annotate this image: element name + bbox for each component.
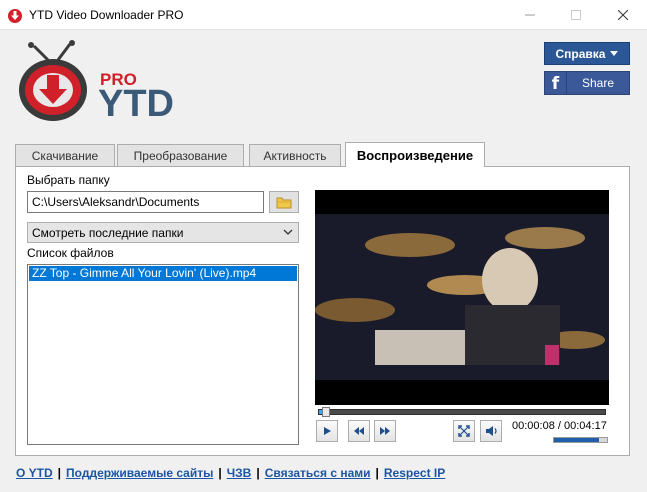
footer-link-contact[interactable]: Связаться с нами — [265, 466, 371, 480]
separator: | — [57, 466, 62, 480]
caret-down-icon — [610, 51, 619, 56]
window-title: YTD Video Downloader PRO — [29, 8, 184, 22]
folder-icon — [276, 197, 292, 208]
folder-label: Выбрать папку — [27, 173, 110, 187]
video-thumbnail — [315, 190, 609, 405]
list-item[interactable]: ZZ Top - Gimme All Your Lovin' (Live).mp… — [29, 266, 297, 281]
play-icon — [324, 427, 331, 435]
rewind-icon — [354, 427, 364, 435]
footer-link-about[interactable]: О YTD — [16, 466, 53, 480]
separator: | — [256, 466, 260, 480]
tab-playback[interactable]: Воспроизведение — [345, 142, 485, 167]
volume-level — [554, 438, 600, 442]
files-label: Список файлов — [27, 246, 114, 260]
footer-link-supported-sites[interactable]: Поддерживаемые сайты — [66, 466, 213, 480]
seek-thumb[interactable] — [322, 407, 330, 417]
app-icon — [8, 9, 22, 23]
play-button[interactable] — [316, 420, 338, 442]
rewind-button[interactable] — [348, 420, 370, 442]
footer-link-faq[interactable]: ЧЗВ — [227, 466, 252, 480]
separator: | — [375, 466, 379, 480]
volume-button[interactable] — [480, 420, 502, 442]
chevron-down-icon — [283, 229, 293, 235]
help-button[interactable]: Справка — [544, 42, 630, 65]
recent-folders-value: Смотреть последние папки — [32, 226, 184, 240]
footer-link-respect-ip[interactable]: Respect IP — [384, 466, 445, 480]
volume-icon — [485, 426, 497, 436]
total-time: 00:04:17 — [564, 420, 607, 432]
fast-forward-icon — [380, 427, 390, 435]
maximize-icon — [571, 10, 581, 20]
fullscreen-button[interactable] — [453, 420, 475, 442]
share-button-label: Share — [581, 76, 615, 90]
tab-convert[interactable]: Преобразование — [117, 144, 244, 166]
video-frame[interactable] — [315, 190, 609, 405]
minimize-button[interactable] — [507, 0, 553, 30]
logo-wordmark: YTD — [98, 83, 174, 125]
file-list[interactable]: ZZ Top - Gimme All Your Lovin' (Live).mp… — [27, 264, 299, 445]
fast-forward-button[interactable] — [374, 420, 396, 442]
time-readout: 00:00:08 / 00:04:17 — [512, 420, 607, 432]
minimize-icon — [525, 14, 535, 16]
separator: | — [218, 466, 222, 480]
facebook-share-button[interactable]: f Share — [544, 71, 630, 95]
maximize-button[interactable] — [553, 0, 599, 30]
footer-links: О YTD | Поддерживаемые сайты | ЧЗВ | Связаться… — [16, 466, 445, 480]
time-separator: / — [554, 420, 564, 432]
tab-activity[interactable]: Активность — [249, 144, 341, 166]
tab-download[interactable]: Скачивание — [15, 144, 115, 166]
current-time: 00:00:08 — [512, 420, 555, 432]
seek-bar[interactable] — [318, 407, 606, 417]
ytd-logo: PRO YTD — [19, 40, 174, 125]
folder-path-input[interactable]: C:\Users\Aleksandr\Documents — [27, 191, 264, 213]
help-button-label: Справка — [555, 46, 606, 61]
close-icon — [618, 10, 628, 20]
facebook-icon: f — [545, 72, 567, 94]
fullscreen-icon — [458, 425, 470, 437]
recent-folders-dropdown[interactable]: Смотреть последние папки — [27, 222, 299, 243]
volume-slider[interactable] — [553, 437, 608, 443]
browse-folder-button[interactable] — [269, 191, 299, 213]
close-button[interactable] — [600, 0, 646, 30]
title-bar: YTD Video Downloader PRO — [0, 0, 647, 30]
